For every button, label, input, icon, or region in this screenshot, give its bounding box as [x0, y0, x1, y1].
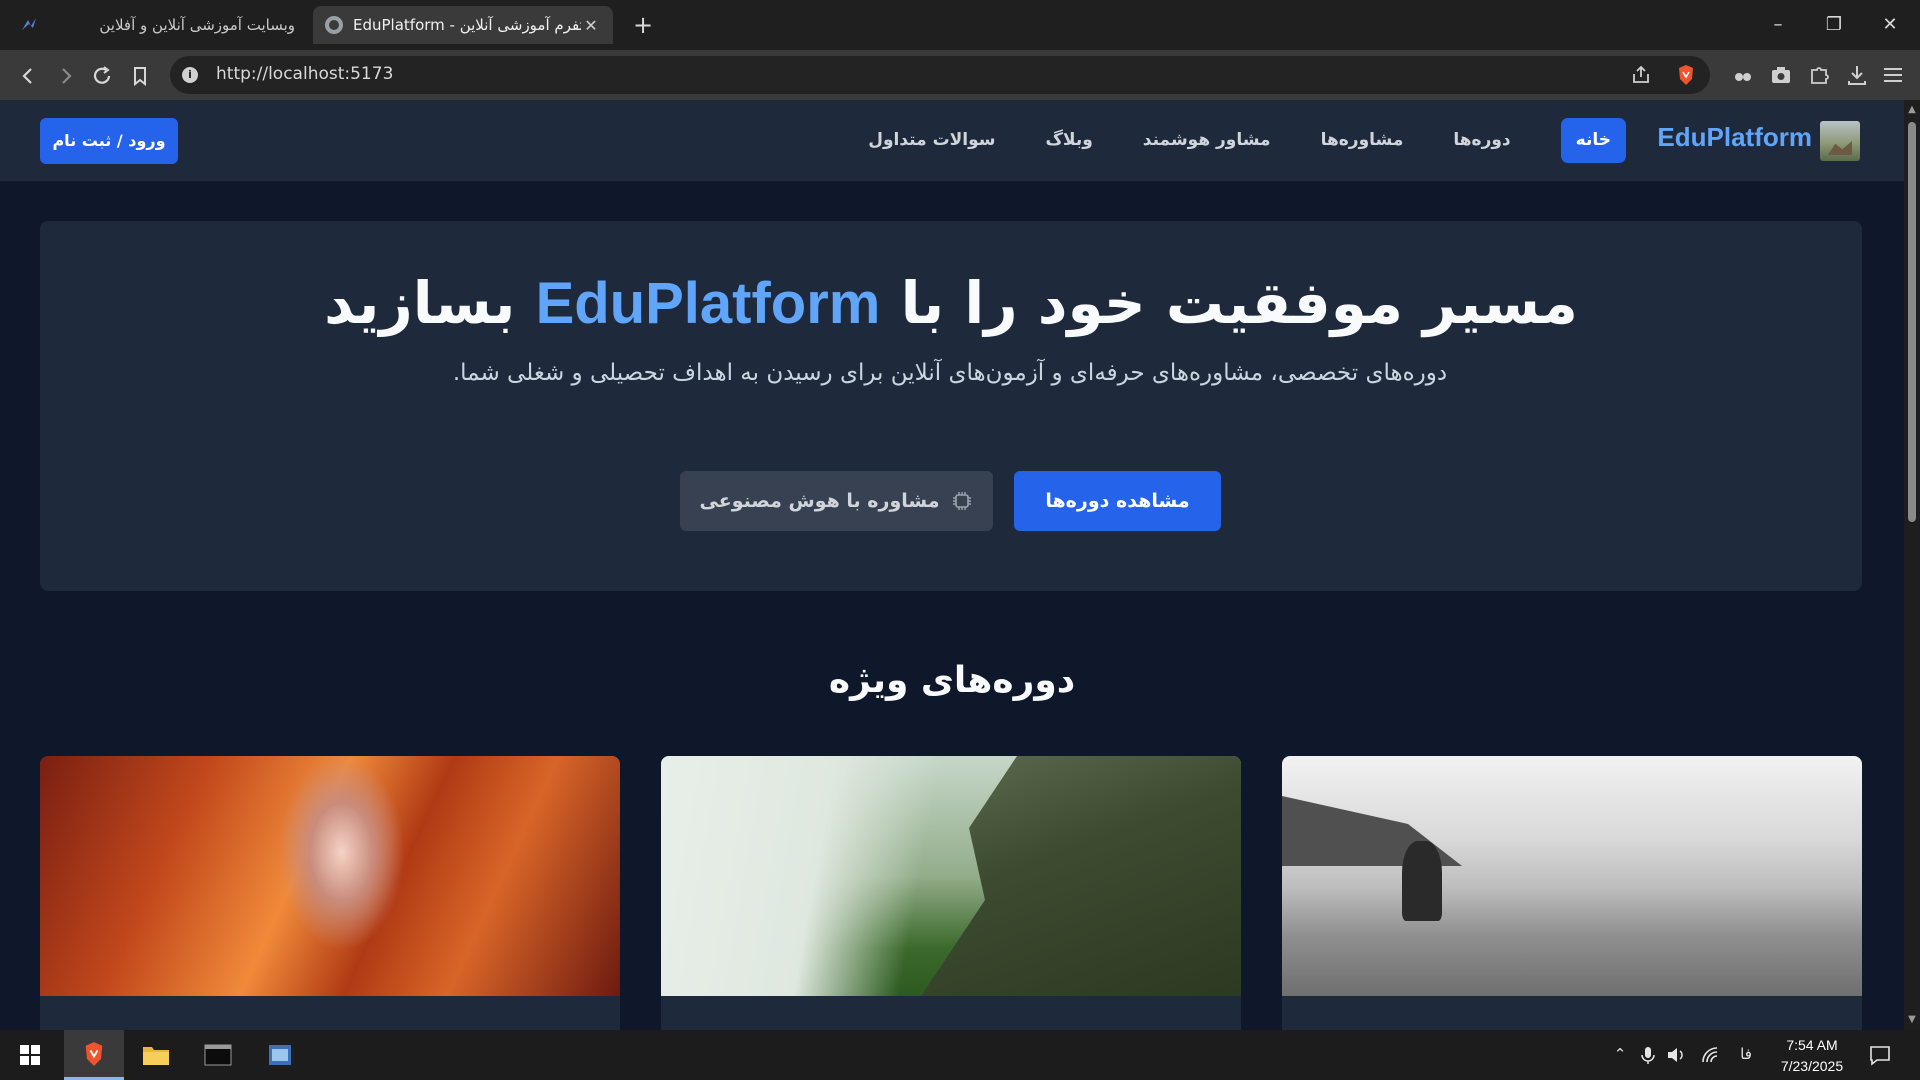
nav-item-home[interactable]: خانه — [1560, 118, 1626, 163]
course-image-beach — [1282, 756, 1862, 996]
taskbar-file-explorer[interactable] — [126, 1030, 186, 1080]
download-icon[interactable] — [1844, 62, 1870, 88]
page-viewport: EduPlatform خانه دوره‌ها مشاوره‌ها مشاور… — [0, 100, 1904, 1030]
clock-time: 7:54 AM — [1786, 1037, 1838, 1053]
login-register-button[interactable]: ورود / ثبت نام — [40, 118, 178, 164]
course-card[interactable] — [661, 756, 1241, 1030]
taskbar-terminal[interactable] — [188, 1030, 248, 1080]
tab-active[interactable]: EduPlatform - پلتفرم آموزشی آنلاین ✕ — [313, 6, 613, 44]
hero-title-after: بسازید — [324, 269, 536, 337]
address-bar[interactable]: i http://localhost:5173 — [170, 56, 1710, 94]
site-info-icon[interactable]: i — [182, 67, 198, 83]
taskbar: ⌃ فا 7:54 AM 7/23/2025 — [0, 1030, 1920, 1080]
share-icon[interactable] — [1630, 64, 1652, 86]
camera-icon[interactable] — [1768, 62, 1794, 88]
course-card[interactable] — [40, 756, 620, 1030]
close-window-button[interactable]: ✕ — [1870, 10, 1910, 40]
ai-consult-button[interactable]: مشاوره با هوش مصنوعی — [680, 471, 993, 531]
nav-item-smart-advisor[interactable]: مشاور هوشمند — [1118, 118, 1296, 163]
brave-shield-icon[interactable] — [1675, 64, 1697, 86]
page-scrollbar[interactable]: ▲ ▼ — [1904, 100, 1920, 1030]
windows-icon — [20, 1045, 40, 1065]
browser-titlebar: وبسایت آموزشی آنلاین و آفلاین EduPlatfor… — [0, 0, 1920, 50]
close-tab-icon[interactable]: ✕ — [581, 15, 601, 35]
course-image-cliff — [661, 756, 1241, 996]
nav-item-blog[interactable]: وبلاگ — [1021, 118, 1118, 163]
scroll-down-icon[interactable]: ▼ — [1906, 1014, 1918, 1026]
brand-name: EduPlatform — [1657, 122, 1812, 152]
reload-icon[interactable] — [88, 62, 116, 90]
scroll-up-icon[interactable]: ▲ — [1906, 104, 1918, 116]
speaker-icon[interactable] — [1666, 1045, 1686, 1065]
course-card[interactable] — [1282, 756, 1862, 1030]
app-window-icon — [269, 1045, 291, 1065]
bookmark-icon[interactable] — [126, 62, 154, 90]
input-language[interactable]: فا — [1736, 1045, 1756, 1065]
chevron-up-icon[interactable]: ⌃ — [1610, 1045, 1630, 1065]
nav-item-consultations[interactable]: مشاوره‌ها — [1296, 118, 1429, 163]
hero-title-highlight: EduPlatform — [535, 271, 881, 336]
back-arrow-icon[interactable] — [14, 62, 42, 90]
hero-title: مسیر موفقیت خود را با EduPlatform بسازید — [40, 269, 1862, 337]
new-tab-button[interactable]: + — [630, 12, 656, 38]
globe-icon — [325, 16, 343, 34]
tab-title: EduPlatform - پلتفرم آموزشی آنلاین — [353, 16, 581, 34]
forward-arrow-icon[interactable] — [52, 62, 80, 90]
incognito-icon[interactable] — [1730, 62, 1756, 88]
brand-logo — [1820, 121, 1860, 161]
taskbar-clock[interactable]: 7:54 AM 7/23/2025 — [1762, 1035, 1862, 1077]
hero-section: مسیر موفقیت خود را با EduPlatform بسازید… — [40, 221, 1862, 591]
ai-consult-label: مشاوره با هوش مصنوعی — [699, 490, 940, 512]
menu-icon[interactable] — [1880, 62, 1906, 88]
featured-courses-title: دوره‌های ویژه — [828, 660, 1076, 701]
url-text: http://localhost:5173 — [216, 64, 394, 84]
terminal-icon — [204, 1044, 232, 1066]
hero-subtitle: دوره‌های تخصصی، مشاوره‌های حرفه‌ای و آزم… — [452, 360, 1448, 386]
network-icon[interactable] — [1700, 1045, 1720, 1065]
tab-inactive[interactable]: وبسایت آموزشی آنلاین و آفلاین — [92, 6, 307, 44]
notification-icon[interactable] — [1868, 1043, 1892, 1067]
taskbar-brave[interactable] — [64, 1030, 124, 1080]
nav-item-courses[interactable]: دوره‌ها — [1428, 118, 1535, 163]
extensions-icon[interactable] — [1806, 62, 1832, 88]
site-header: EduPlatform خانه دوره‌ها مشاوره‌ها مشاور… — [0, 100, 1904, 182]
brave-icon — [85, 1041, 103, 1066]
view-courses-button[interactable]: مشاهده دوره‌ها — [1014, 471, 1221, 531]
scroll-thumb[interactable] — [1908, 122, 1916, 522]
app-logo-icon[interactable] — [18, 14, 40, 36]
restore-button[interactable]: ❐ — [1814, 10, 1854, 40]
nav-item-faq[interactable]: سوالات متداول — [843, 118, 1020, 163]
main-nav: خانه دوره‌ها مشاوره‌ها مشاور هوشمند وبلا… — [843, 118, 1626, 163]
clock-date: 7/23/2025 — [1780, 1058, 1844, 1074]
course-image-canyon — [40, 756, 620, 996]
browser-toolbar: i http://localhost:5173 — [0, 50, 1920, 100]
hero-title-before: مسیر موفقیت خود را با — [880, 269, 1578, 337]
minimize-button[interactable]: – — [1758, 10, 1798, 40]
folder-icon — [143, 1047, 169, 1065]
tab-title: وبسایت آموزشی آنلاین و آفلاین — [99, 16, 295, 34]
brand[interactable]: EduPlatform — [1657, 118, 1904, 164]
taskbar-app[interactable] — [250, 1030, 310, 1080]
microphone-icon[interactable] — [1638, 1045, 1658, 1065]
chip-icon — [953, 492, 972, 510]
start-button[interactable] — [0, 1030, 60, 1080]
